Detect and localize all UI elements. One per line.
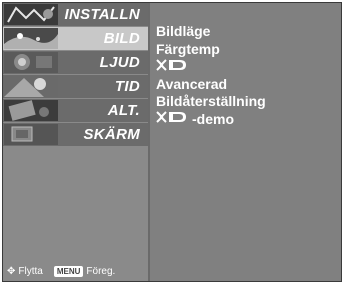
submenu-item-xd[interactable]	[150, 58, 266, 76]
menu-item-label: ALT.	[107, 102, 140, 119]
submenu-item-xd-demo[interactable]: -demo	[150, 111, 266, 129]
menu-item-install[interactable]: INSTALLN	[3, 3, 148, 26]
menu-item-label: LJUD	[99, 54, 140, 71]
move-arrows-icon: ✥	[7, 266, 16, 277]
menu-item-audio[interactable]: LJUD	[3, 51, 148, 74]
picture-thumbnail-icon	[4, 28, 58, 49]
menu-item-picture[interactable]: BILD	[3, 27, 148, 50]
audio-thumbnail-icon	[4, 52, 58, 73]
submenu-item-label: Avancerad	[156, 75, 228, 92]
menu-key-badge: MENU	[53, 266, 84, 277]
move-hint-label: Flytta	[18, 266, 43, 277]
screen-thumbnail-icon	[4, 124, 58, 145]
submenu-item-label: Färgtemp	[156, 40, 220, 57]
option-thumbnail-icon	[4, 100, 58, 121]
time-thumbnail-icon	[4, 76, 58, 97]
submenu-item-label: -demo	[192, 110, 234, 127]
menu-item-label: TID	[114, 78, 140, 95]
install-thumbnail-icon	[4, 4, 58, 25]
menu-item-screen[interactable]: SKÄRM	[3, 123, 148, 146]
submenu-panel: Bildläge Färgtemp Avancerad Bildåterstäl…	[150, 3, 341, 281]
submenu-item-advanced[interactable]: Avancerad	[150, 76, 266, 94]
submenu-item-picture-mode[interactable]: Bildläge	[150, 23, 266, 41]
navigation-hint: ✥ Flytta MENU Föreg.	[7, 266, 115, 277]
xd-logo-icon	[156, 110, 192, 129]
menu-item-label: BILD	[103, 30, 140, 47]
submenu-item-picture-reset[interactable]: Bildåterställning	[150, 93, 266, 111]
menu-item-label: SKÄRM	[83, 126, 140, 143]
previous-hint-label: Föreg.	[86, 266, 116, 277]
menu-item-label: INSTALLN	[64, 6, 140, 23]
submenu-item-label: Bildåterställning	[156, 93, 266, 109]
main-menu-list: INSTALLN BILD LJUD TID ALT. SKÄRM	[3, 3, 148, 147]
xd-logo-icon	[156, 58, 192, 77]
submenu-item-color-temp[interactable]: Färgtemp	[150, 41, 266, 59]
menu-item-option[interactable]: ALT.	[3, 99, 148, 122]
submenu-item-label: Bildläge	[156, 23, 211, 39]
menu-item-time[interactable]: TID	[3, 75, 148, 98]
main-menu-sidebar: INSTALLN BILD LJUD TID ALT. SKÄRM ✥ Flyt…	[3, 3, 150, 281]
submenu-list: Bildläge Färgtemp Avancerad Bildåterstäl…	[150, 23, 266, 128]
tv-osd-menu: INSTALLN BILD LJUD TID ALT. SKÄRM ✥ Flyt…	[2, 2, 342, 282]
